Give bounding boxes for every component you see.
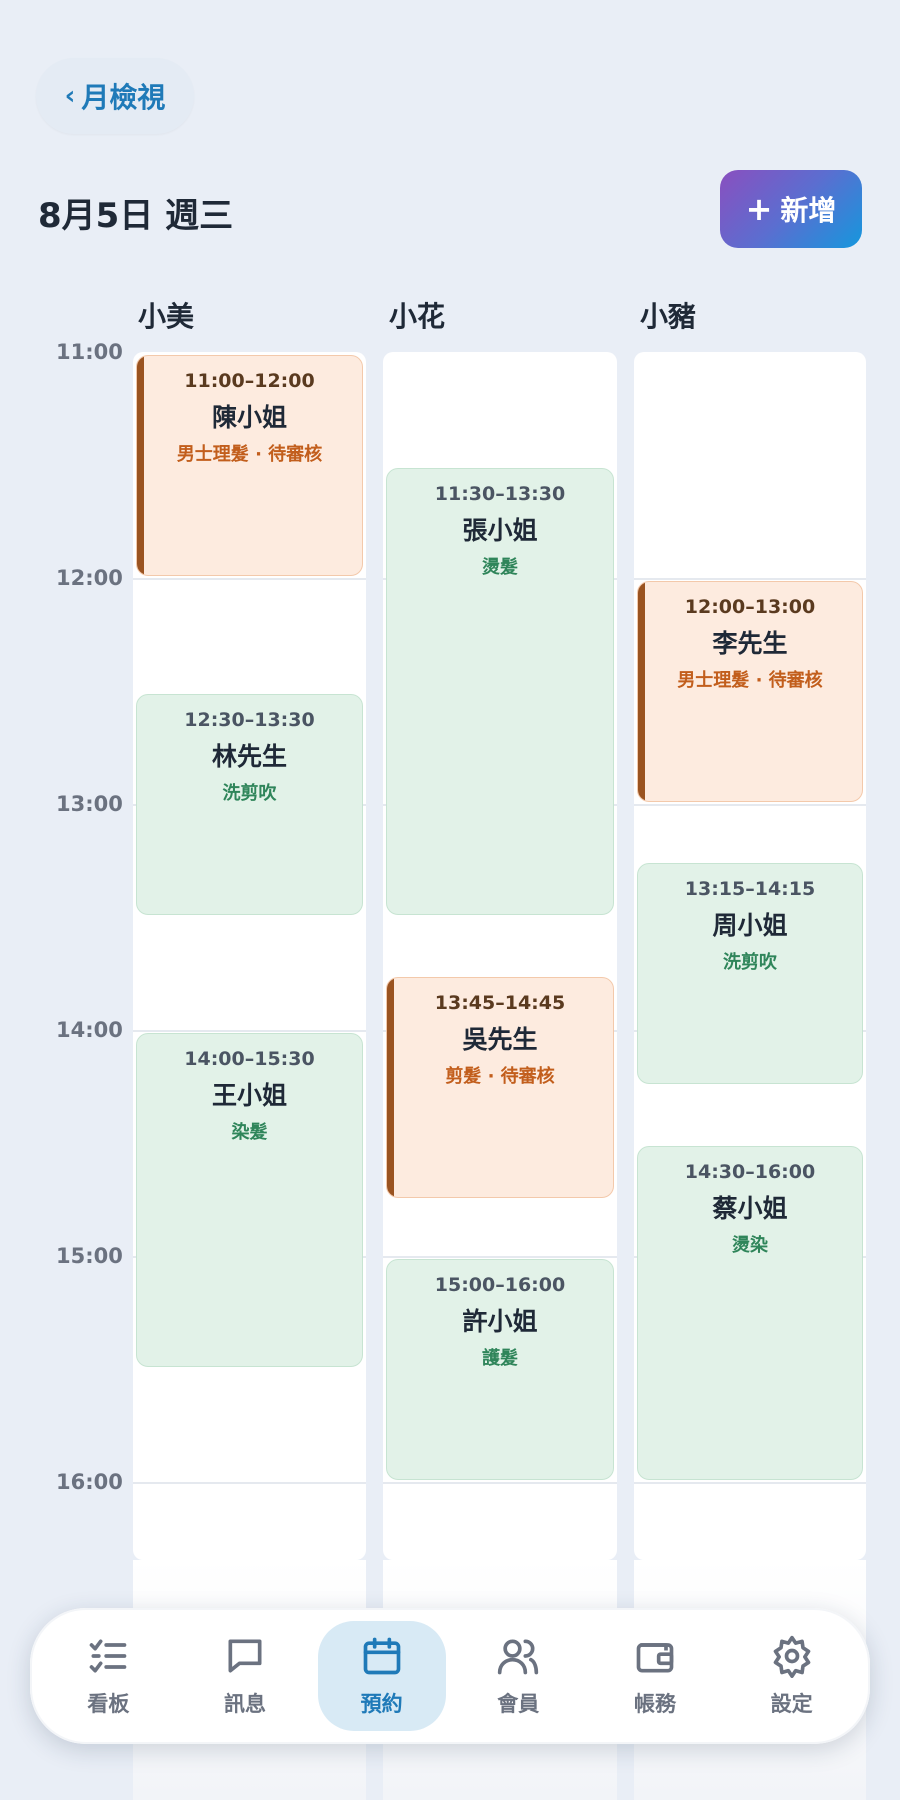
appointment-card[interactable]: 12:30–13:30 林先生 洗剪吹 bbox=[136, 694, 363, 915]
hour-divider bbox=[133, 1030, 366, 1032]
hour-divider bbox=[383, 1482, 617, 1484]
appointment-customer: 王小姐 bbox=[211, 1081, 287, 1110]
schedule-page: ‹ 月檢視 8月5日 週三 + 新增 小美 小花 小豬 11:00 12:00 … bbox=[0, 0, 900, 1800]
appointment-time: 15:00–16:00 bbox=[434, 1274, 566, 1296]
add-appointment-button[interactable]: + 新增 bbox=[720, 170, 862, 248]
appointment-customer: 林先生 bbox=[211, 742, 287, 771]
hour-divider bbox=[634, 1482, 866, 1484]
column-header-staff-3: 小豬 bbox=[640, 300, 697, 333]
appointment-service: 男士理髮 · 待審核 bbox=[677, 670, 823, 691]
staff-column-2[interactable]: 11:30–13:30 張小姐 燙髮 13:45–14:45 吳先生 剪髮 · … bbox=[383, 352, 617, 1800]
appointment-time: 14:30–16:00 bbox=[684, 1161, 816, 1183]
appointment-service: 洗剪吹 bbox=[723, 952, 777, 973]
appointment-card[interactable]: 11:30–13:30 張小姐 燙髮 bbox=[386, 468, 614, 915]
time-label: 11:00 bbox=[56, 340, 123, 364]
chevron-left-icon: ‹ bbox=[64, 81, 76, 111]
appointment-service: 燙髮 bbox=[482, 557, 518, 578]
plus-icon: + bbox=[745, 190, 773, 228]
appointment-card[interactable]: 14:00–15:30 王小姐 染髮 bbox=[136, 1033, 363, 1367]
appointment-card[interactable]: 14:30–16:00 蔡小姐 燙染 bbox=[637, 1146, 863, 1480]
hour-divider bbox=[133, 1482, 366, 1484]
nav-item-messages[interactable]: 訊息 bbox=[181, 1621, 309, 1731]
chat-bubble-icon bbox=[228, 1639, 262, 1673]
appointment-time: 14:00–15:30 bbox=[184, 1048, 315, 1070]
appointment-service: 燙染 bbox=[732, 1235, 768, 1256]
back-to-month-button[interactable]: ‹ 月檢視 bbox=[36, 58, 194, 134]
nav-item-label: 設定 bbox=[770, 1692, 813, 1716]
calendar-icon bbox=[363, 1637, 400, 1675]
hour-divider bbox=[634, 804, 866, 806]
nav-item-label: 帳務 bbox=[633, 1692, 676, 1716]
column-header-staff-2: 小花 bbox=[389, 300, 446, 333]
nav-item-appointments[interactable]: 預約 bbox=[317, 1621, 446, 1731]
hour-divider bbox=[133, 578, 366, 580]
time-label: 12:00 bbox=[56, 566, 123, 590]
appointment-service: 剪髮 · 待審核 bbox=[445, 1066, 555, 1087]
appointment-service: 染髮 bbox=[231, 1122, 268, 1143]
appointment-time: 13:45–14:45 bbox=[434, 992, 566, 1014]
appointment-card[interactable]: 13:15–14:15 周小姐 洗剪吹 bbox=[637, 863, 863, 1084]
appointment-card[interactable]: 11:00–12:00 陳小姐 男士理髮 · 待審核 bbox=[136, 355, 363, 576]
hour-divider bbox=[634, 578, 866, 580]
staff-column-1[interactable]: 11:00–12:00 陳小姐 男士理髮 · 待審核 12:30–13:30 林… bbox=[133, 352, 366, 1800]
bottom-nav: 看板 訊息 預約 會員 帳務 設定 bbox=[30, 1608, 870, 1744]
nav-item-label: 訊息 bbox=[223, 1692, 266, 1716]
add-button-label: 新增 bbox=[780, 194, 837, 227]
page-title: 8月5日 週三 bbox=[38, 196, 234, 236]
appointment-customer: 吳先生 bbox=[462, 1025, 538, 1054]
nav-item-label: 會員 bbox=[497, 1692, 540, 1716]
back-button-label: 月檢視 bbox=[81, 81, 166, 114]
nav-item-accounts[interactable]: 帳務 bbox=[591, 1621, 719, 1731]
time-label: 13:00 bbox=[56, 792, 123, 816]
appointment-time: 11:30–13:30 bbox=[434, 483, 566, 505]
gear-icon bbox=[773, 1635, 810, 1678]
wallet-icon bbox=[636, 1643, 674, 1673]
time-label: 14:00 bbox=[56, 1018, 123, 1042]
nav-item-board[interactable]: 看板 bbox=[44, 1621, 172, 1731]
appointment-time: 12:00–13:00 bbox=[684, 596, 816, 618]
time-label: 16:00 bbox=[56, 1470, 123, 1494]
hour-divider bbox=[383, 1256, 617, 1258]
checklist-icon bbox=[89, 1639, 127, 1673]
appointment-service: 男士理髮 · 待審核 bbox=[176, 444, 323, 465]
appointment-time: 12:30–13:30 bbox=[184, 709, 315, 731]
nav-item-settings[interactable]: 設定 bbox=[728, 1621, 856, 1731]
appointment-customer: 蔡小姐 bbox=[712, 1194, 788, 1223]
nav-item-members[interactable]: 會員 bbox=[454, 1621, 582, 1731]
staff-column-3[interactable]: 12:00–13:00 李先生 男士理髮 · 待審核 13:15–14:15 周… bbox=[634, 352, 866, 1800]
appointment-customer: 許小姐 bbox=[462, 1307, 538, 1336]
column-header-staff-1: 小美 bbox=[138, 300, 195, 333]
appointment-customer: 李先生 bbox=[712, 629, 788, 658]
appointment-customer: 陳小姐 bbox=[211, 403, 287, 432]
nav-item-label: 預約 bbox=[360, 1692, 403, 1716]
nav-item-label: 看板 bbox=[87, 1692, 130, 1716]
users-icon bbox=[498, 1639, 539, 1675]
appointment-card[interactable]: 12:00–13:00 李先生 男士理髮 · 待審核 bbox=[637, 581, 863, 802]
appointment-time: 13:15–14:15 bbox=[684, 878, 816, 900]
appointment-card[interactable]: 13:45–14:45 吳先生 剪髮 · 待審核 bbox=[386, 977, 614, 1198]
time-label: 15:00 bbox=[56, 1244, 123, 1268]
appointment-customer: 張小姐 bbox=[462, 516, 538, 545]
appointment-service: 護髮 bbox=[482, 1348, 518, 1369]
appointment-customer: 周小姐 bbox=[712, 911, 788, 940]
appointment-card[interactable]: 15:00–16:00 許小姐 護髮 bbox=[386, 1259, 614, 1480]
appointment-service: 洗剪吹 bbox=[222, 783, 277, 804]
appointment-time: 11:00–12:00 bbox=[184, 370, 315, 392]
